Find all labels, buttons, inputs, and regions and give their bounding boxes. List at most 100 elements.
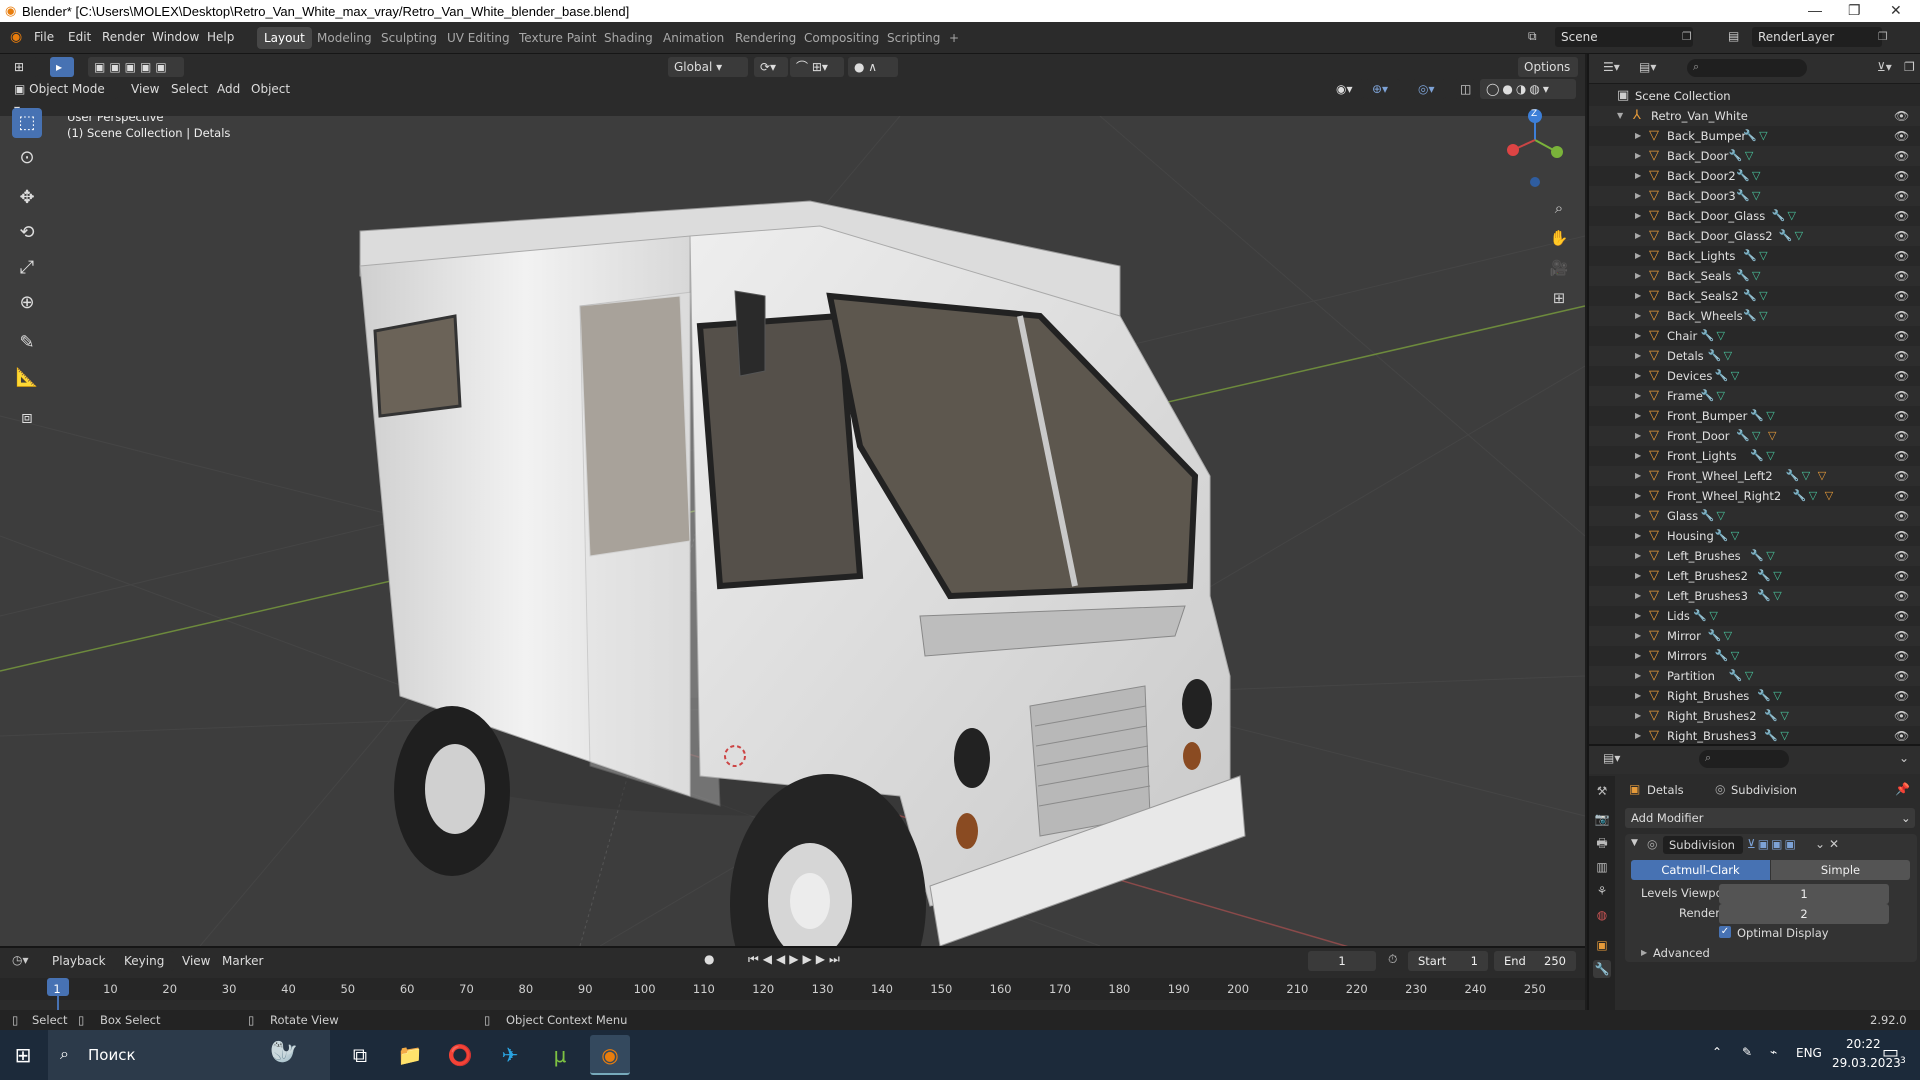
modifier-wrench-icon[interactable]: 🔧 [1779, 226, 1793, 246]
expand-icon[interactable]: ▶ [1635, 546, 1641, 566]
expand-icon[interactable]: ▶ [1635, 126, 1641, 146]
modifier-wrench-icon[interactable]: 🔧 [1729, 146, 1743, 166]
outliner-item[interactable]: ▶ ▽ Devices 🔧 ▽ 👁 [1589, 366, 1920, 386]
visibility-eye-icon[interactable]: 👁 [1894, 386, 1909, 406]
expand-icon[interactable]: ▶ [1635, 306, 1641, 326]
utorrent-icon[interactable]: μ [540, 1035, 580, 1075]
modifier-wrench-icon[interactable]: 🔧 [1757, 566, 1771, 586]
catmull-clark-button[interactable]: Catmull-Clark [1631, 860, 1770, 880]
visibility-eye-icon[interactable]: 👁 [1894, 506, 1909, 526]
editor-type-icon[interactable]: ⊞ [8, 57, 38, 77]
mesh-data-icon[interactable]: ▽ [1759, 286, 1767, 306]
modifier-wrench-icon[interactable]: 🔧 [1736, 426, 1750, 446]
expand-icon[interactable]: ▶ [1635, 166, 1641, 186]
tab-layout[interactable]: Layout [257, 27, 312, 49]
outliner-item[interactable]: ▶ ▽ Mirror 🔧 ▽ 👁 [1589, 626, 1920, 646]
tab-uv-editing[interactable]: UV Editing [440, 27, 517, 49]
expand-icon[interactable]: ▶ [1635, 406, 1641, 426]
modifier-wrench-icon[interactable]: 🔧 [1693, 606, 1707, 626]
new-collection-icon[interactable]: ❐ [1904, 60, 1915, 74]
modifier-wrench-icon[interactable]: 🔧 [1786, 466, 1800, 486]
mesh-data-icon[interactable]: ▽ [1731, 366, 1739, 386]
end-frame-field[interactable]: End 250 [1494, 951, 1576, 971]
outliner-item[interactable]: ▶ ▽ Housing 🔧 ▽ 👁 [1589, 526, 1920, 546]
expand-icon[interactable]: ▶ [1635, 566, 1641, 586]
timeline-menu-marker[interactable]: Marker [222, 954, 263, 968]
grid-perspective-icon[interactable]: ⊞ [1547, 286, 1571, 310]
visibility-eye-icon[interactable]: 👁 [1894, 546, 1909, 566]
modifier-wrench-icon[interactable]: 🔧 [1715, 526, 1729, 546]
mesh-data-icon[interactable]: ▽ [1724, 346, 1732, 366]
camera-icon[interactable]: 🎥 [1547, 256, 1571, 280]
windows-start-icon[interactable]: ⊞ [3, 1035, 43, 1075]
visibility-eye-icon[interactable]: 👁 [1894, 286, 1909, 306]
optimal-display-checkbox[interactable]: ✓ [1719, 926, 1731, 938]
mesh-data-icon[interactable]: ▽ [1752, 266, 1760, 286]
visibility-eye-icon[interactable]: 👁 [1894, 126, 1909, 146]
remove-modifier-icon[interactable]: ✕ [1829, 837, 1839, 851]
proportional-edit-icon[interactable]: ● ∧ [848, 57, 898, 77]
modifier-wrench-icon[interactable]: 🔧 [1772, 206, 1786, 226]
mesh-data-icon[interactable]: ▽ [1724, 626, 1732, 646]
playback-controls-icons[interactable]: ⏮◀◀▶▶▶⏭ [748, 952, 844, 967]
render-tab-icon[interactable]: 📷 [1593, 810, 1611, 828]
scale-tool-icon[interactable]: ⤢ [12, 253, 42, 283]
expand-icon[interactable]: ▶ [1635, 326, 1641, 346]
file-explorer-icon[interactable]: 📁 [390, 1035, 430, 1075]
modifier-wrench-icon[interactable]: 🔧 [1708, 626, 1722, 646]
shading-mode-icons[interactable]: ◯●◑◍▾ [1480, 79, 1576, 99]
pen-icon[interactable]: ✎ [1742, 1045, 1752, 1059]
mesh-data-icon[interactable]: ▽ [1709, 606, 1717, 626]
scene-selector[interactable]: Scene [1555, 27, 1693, 47]
add-workspace-button[interactable]: + [942, 27, 966, 49]
selection-mode-icons[interactable]: ▣▣▣▣▣ [88, 57, 184, 77]
expand-icon[interactable]: ▶ [1635, 426, 1641, 446]
world-tab-icon[interactable]: ◍ [1593, 906, 1611, 924]
mesh-data-icon[interactable]: ▽ [1752, 186, 1760, 206]
modifier-wrench-icon[interactable]: 🔧 [1743, 246, 1757, 266]
outliner-item[interactable]: ▶ ▽ Back_Lights 🔧 ▽ 👁 [1589, 246, 1920, 266]
mesh-data-icon[interactable]: ▽ [1780, 706, 1788, 726]
overlay-toggle-icon[interactable]: ◎▾ [1412, 79, 1446, 99]
mesh-data-icon[interactable]: ▽ [1717, 386, 1725, 406]
outliner-item[interactable]: ▶ ▽ Front_Wheel_Left2 🔧 ▽ ▽ 👁 [1589, 466, 1920, 486]
minimize-button[interactable]: — [1808, 2, 1822, 18]
visibility-eye-icon[interactable]: 👁 [1894, 686, 1909, 706]
expand-icon[interactable]: ▶ [1635, 266, 1641, 286]
modifier-wrench-icon[interactable]: 🔧 [1743, 306, 1757, 326]
mesh-data-icon[interactable]: ▽ [1759, 306, 1767, 326]
navigation-gizmo[interactable]: Z ⌕ ✋ 🎥 ⊞ [1495, 108, 1575, 308]
move-tool-icon[interactable]: ✥ [12, 183, 42, 213]
outliner-item[interactable]: ▶ ▽ Left_Brushes 🔧 ▽ 👁 [1589, 546, 1920, 566]
menu-edit[interactable]: Edit [68, 30, 91, 44]
add-modifier-dropdown[interactable]: Add Modifier ⌄ [1625, 808, 1915, 828]
mesh-data-icon[interactable]: ▽ [1766, 446, 1774, 466]
scene-tab-icon[interactable]: ⚘ [1593, 882, 1611, 900]
visibility-eye-icon[interactable]: 👁 [1894, 446, 1909, 466]
mesh-data-icon[interactable]: ▽ [1752, 166, 1760, 186]
tool-tab-icon[interactable]: ⚒ [1593, 782, 1611, 800]
viewport-menu-object[interactable]: Object [251, 82, 290, 96]
visibility-eye-icon[interactable]: 👁 [1894, 346, 1909, 366]
expand-icon[interactable]: ▶ [1635, 146, 1641, 166]
outliner-item[interactable]: ▶ ▽ Front_Door 🔧 ▽ ▽ 👁 [1589, 426, 1920, 446]
expand-icon[interactable]: ▶ [1635, 486, 1641, 506]
visibility-eye-icon[interactable]: 👁 [1894, 666, 1909, 686]
mesh-data-icon[interactable]: ▽ [1780, 726, 1788, 746]
visibility-eye-icon[interactable]: 👁 [1894, 186, 1909, 206]
outliner-item[interactable]: ▶ ▽ Back_Door2 🔧 ▽ 👁 [1589, 166, 1920, 186]
outliner-search-input[interactable]: ⌕ [1687, 59, 1807, 77]
visibility-eye-icon[interactable]: 👁 [1894, 586, 1909, 606]
mesh-data-icon[interactable]: ▽ [1717, 506, 1725, 526]
blender-menu-icon[interactable]: ◉ [10, 29, 22, 45]
visibility-eye-icon[interactable]: 👁 [1894, 526, 1909, 546]
expand-icon[interactable]: ▶ [1635, 606, 1641, 626]
visibility-eye-icon[interactable]: 👁 [1894, 206, 1909, 226]
mesh-data-icon[interactable]: ▽ [1752, 426, 1760, 446]
modifier-tab-icon[interactable]: 🔧 [1593, 960, 1611, 978]
visibility-eye-icon[interactable]: 👁 [1894, 226, 1909, 246]
new-view-layer-icon[interactable]: ❐ [1878, 30, 1888, 43]
mesh-data-icon[interactable]: ▽ [1809, 486, 1817, 506]
taskbar-search-box[interactable]: ⌕ Поиск 🦭 [48, 1030, 330, 1080]
collapse-icon[interactable]: ▼ [1617, 106, 1623, 126]
